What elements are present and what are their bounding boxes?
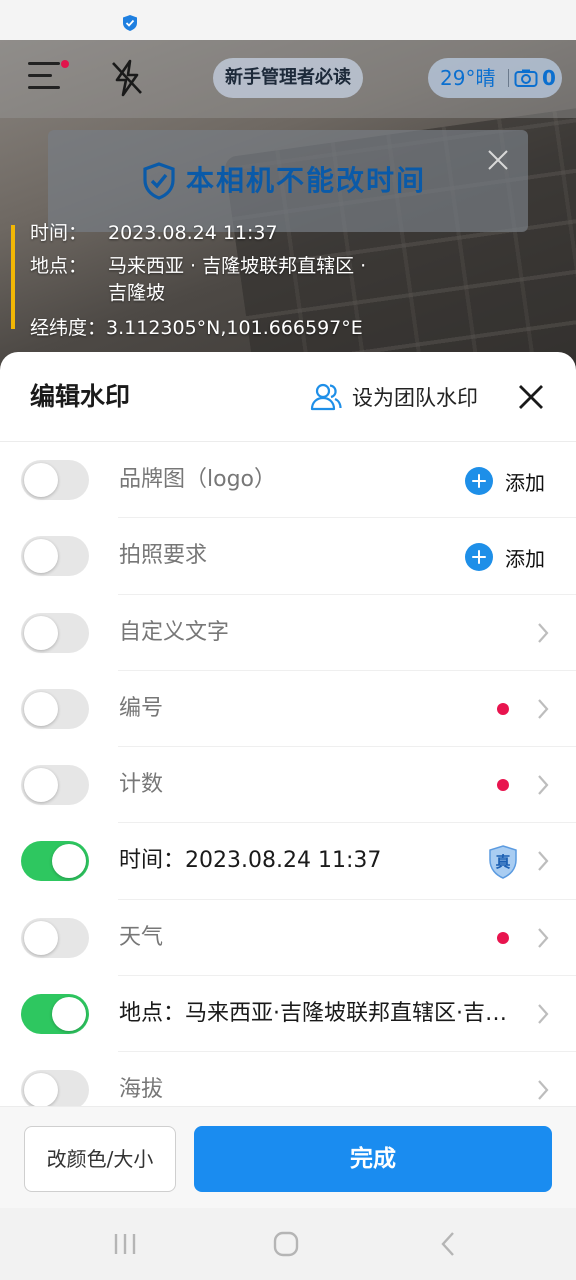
admin-guide-button[interactable]: 新手管理者必读 [213, 58, 363, 98]
menu-icon[interactable] [28, 62, 62, 92]
watermark-accent-bar [11, 225, 15, 329]
count-toggle[interactable] [21, 765, 89, 806]
row-label: 时间：2023.08.24 11:37 [119, 848, 382, 874]
plus-icon [465, 543, 493, 572]
row-custom-text[interactable]: 自定义文字 [0, 595, 576, 671]
row-number[interactable]: 编号 [0, 671, 576, 748]
row-label: 计数 [119, 772, 164, 798]
chevron-right-icon [538, 622, 549, 643]
chevron-right-icon [538, 851, 549, 872]
custom-text-toggle[interactable] [21, 612, 89, 653]
watermark-coordinates: 经纬度：3.112305°N,101.666597°E [30, 317, 363, 339]
row-photo-requirements: 拍照要求 添加 [0, 518, 576, 595]
team-icon [310, 383, 342, 411]
time-lock-notice: 本相机不能改时间 [48, 130, 528, 232]
menu-notification-dot [61, 60, 69, 68]
watermark-time: 时间： 2023.08.24 11:37 [30, 222, 278, 244]
watermark-place-line2: 吉隆坡 [108, 282, 166, 304]
close-icon[interactable] [516, 382, 546, 412]
time-toggle[interactable] [21, 841, 89, 882]
row-label: 天气 [119, 924, 164, 950]
home-icon[interactable] [272, 1230, 300, 1258]
add-logo-button[interactable]: 添加 [465, 466, 545, 496]
chevron-right-icon [538, 1004, 549, 1024]
camera-icon [514, 69, 538, 87]
chevron-right-icon [538, 775, 549, 795]
chevron-right-icon [538, 1080, 549, 1101]
security-shield-icon [123, 15, 137, 31]
sheet-footer: 改颜色/大小 完成 [0, 1106, 576, 1208]
recent-apps-icon[interactable] [112, 1232, 138, 1256]
edit-watermark-sheet: 编辑水印 设为团队水印 品牌图（logo） 添加 拍照要求 添加 自定义文字 编… [0, 352, 576, 1208]
location-toggle[interactable] [21, 994, 89, 1035]
new-dot [497, 931, 509, 944]
status-bar [0, 0, 576, 40]
row-weather[interactable]: 天气 [0, 900, 576, 977]
sheet-title: 编辑水印 [30, 382, 131, 411]
row-location[interactable]: 地点：马来西亚·吉隆坡联邦直辖区·吉隆坡 [0, 976, 576, 1053]
row-label: 拍照要求 [119, 543, 208, 569]
shield-check-icon [143, 162, 175, 200]
set-team-watermark-button[interactable]: 设为团队水印 [310, 380, 478, 414]
row-logo: 品牌图（logo） 添加 [0, 442, 576, 519]
camera-toolbar: 新手管理者必读 29°晴 0 [0, 40, 576, 118]
sheet-header: 编辑水印 设为团队水印 [0, 352, 576, 442]
svg-text:真: 真 [495, 853, 510, 871]
done-button[interactable]: 完成 [194, 1126, 552, 1192]
flash-off-icon[interactable] [108, 58, 146, 98]
row-count[interactable]: 计数 [0, 747, 576, 824]
camera-preview[interactable]: 新手管理者必读 29°晴 0 本相机不能改时间 时间： 2023.08.24 11… [0, 40, 576, 370]
watermark-place: 地点： 马来西亚 · 吉隆坡联邦直辖区 · [30, 255, 367, 277]
weather-toggle[interactable] [21, 917, 89, 958]
back-icon[interactable] [438, 1230, 458, 1258]
number-toggle[interactable] [21, 688, 89, 729]
watermark-field-list: 品牌图（logo） 添加 拍照要求 添加 自定义文字 编号 计数 时间：2023… [0, 442, 576, 1129]
new-dot [497, 779, 509, 792]
chevron-right-icon [538, 699, 549, 719]
altitude-toggle[interactable] [21, 1070, 89, 1111]
weather-photos-pill[interactable]: 29°晴 0 [428, 58, 562, 98]
chevron-right-icon [538, 928, 549, 948]
photo-count: 0 [542, 66, 556, 90]
verified-shield-icon: 真 [489, 845, 517, 880]
row-label: 品牌图（logo） [119, 467, 276, 492]
row-time[interactable]: 时间：2023.08.24 11:37 真 [0, 823, 576, 900]
logo-toggle[interactable] [21, 460, 89, 500]
row-label: 地点：马来西亚·吉隆坡联邦直辖区·吉隆坡 [119, 1001, 519, 1027]
row-label: 编号 [119, 695, 164, 721]
new-dot [497, 702, 509, 715]
row-label: 自定义文字 [119, 619, 230, 645]
add-requirement-button[interactable]: 添加 [465, 542, 545, 572]
team-watermark-label: 设为团队水印 [352, 386, 478, 410]
notice-text: 本相机不能改时间 [186, 164, 427, 197]
close-icon[interactable] [486, 148, 510, 172]
weather-text: 29°晴 [440, 66, 496, 90]
plus-icon [465, 467, 493, 495]
system-nav-bar [0, 1208, 576, 1280]
change-color-size-button[interactable]: 改颜色/大小 [24, 1126, 176, 1192]
photo-requirements-toggle[interactable] [21, 536, 89, 577]
